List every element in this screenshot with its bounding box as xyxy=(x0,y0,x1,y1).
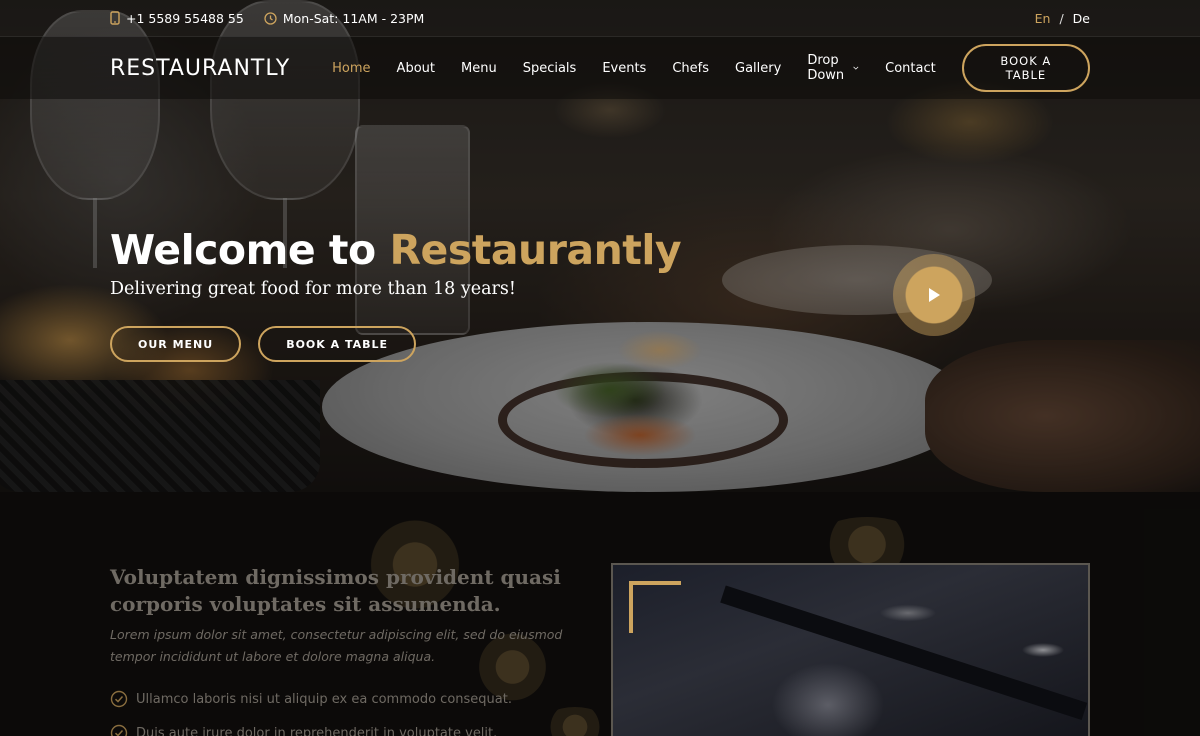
check-circle-icon xyxy=(110,724,128,736)
hours-text: Mon-Sat: 11AM - 23PM xyxy=(282,10,425,26)
nav-item-dropdown[interactable]: Drop Down xyxy=(807,53,859,83)
nav-item-dropdown-label: Drop Down xyxy=(807,53,845,83)
contact-phone: +1 5589 55488 55 xyxy=(110,11,244,26)
nav-item-menu[interactable]: Menu xyxy=(461,61,497,76)
nav-item-chefs[interactable]: Chefs xyxy=(672,61,709,76)
play-icon xyxy=(929,288,940,302)
hero-buttons: OUR MENU BOOK A TABLE xyxy=(110,326,433,362)
play-video-button[interactable] xyxy=(893,254,975,336)
ceiling-beam xyxy=(720,585,1088,720)
clock-icon xyxy=(264,11,277,25)
list-item: Ullamco laboris nisi ut aliquip ex ea co… xyxy=(110,682,512,716)
book-table-hero-button[interactable]: BOOK A TABLE xyxy=(258,326,417,362)
about-feature-list: Ullamco laboris nisi ut aliquip ex ea co… xyxy=(110,682,512,736)
nav-item-contact[interactable]: Contact xyxy=(885,61,936,76)
nav-menu: Home About Menu Specials Events Chefs Ga… xyxy=(332,53,962,83)
nav-item-events[interactable]: Events xyxy=(602,61,646,76)
check-circle-icon xyxy=(110,690,128,708)
nav-item-home[interactable]: Home xyxy=(332,61,370,76)
language-switcher: En / De xyxy=(1035,11,1090,26)
about-title: Voluptatem dignissimos provident quasi c… xyxy=(110,565,561,616)
hero-subtitle: Delivering great food for more than 18 y… xyxy=(110,279,516,299)
nav-item-about[interactable]: About xyxy=(397,61,435,76)
opening-hours: Mon-Sat: 11AM - 23PM xyxy=(264,11,424,26)
list-item-text: Ullamco laboris nisi ut aliquip ex ea co… xyxy=(136,691,512,707)
phone-text: +1 5589 55488 55 xyxy=(126,10,244,26)
our-menu-button[interactable]: OUR MENU xyxy=(110,326,242,362)
lang-separator: / xyxy=(1059,10,1064,26)
chevron-down-icon xyxy=(853,66,859,70)
about-image xyxy=(611,563,1090,736)
phone-icon xyxy=(110,11,120,25)
about-lead: Lorem ipsum dolor sit amet, consectetur … xyxy=(110,627,563,664)
site-logo[interactable]: RESTAURANTLY xyxy=(110,56,290,81)
hero-title: Welcome to Restaurantly xyxy=(110,226,682,274)
book-table-nav-button[interactable]: BOOK A TABLE xyxy=(961,44,1090,92)
main-navbar: RESTAURANTLY Home About Menu Specials Ev… xyxy=(0,36,1200,99)
about-section: Voluptatem dignissimos provident quasi c… xyxy=(0,492,1200,736)
lang-en-link[interactable]: En xyxy=(1035,11,1051,26)
lang-de-link[interactable]: De xyxy=(1073,11,1090,26)
corner-bracket xyxy=(629,581,681,633)
hero-title-brand: Restaurantly xyxy=(389,226,682,274)
list-item-text: Duis aute irure dolor in reprehenderit i… xyxy=(136,725,498,736)
list-item: Duis aute irure dolor in reprehenderit i… xyxy=(110,716,512,736)
hero-title-prefix: Welcome to xyxy=(110,226,390,274)
top-bar: +1 5589 55488 55 Mon-Sat: 11AM - 23PM En… xyxy=(0,0,1200,36)
nav-item-gallery[interactable]: Gallery xyxy=(735,61,781,76)
nav-item-specials[interactable]: Specials xyxy=(523,61,577,76)
